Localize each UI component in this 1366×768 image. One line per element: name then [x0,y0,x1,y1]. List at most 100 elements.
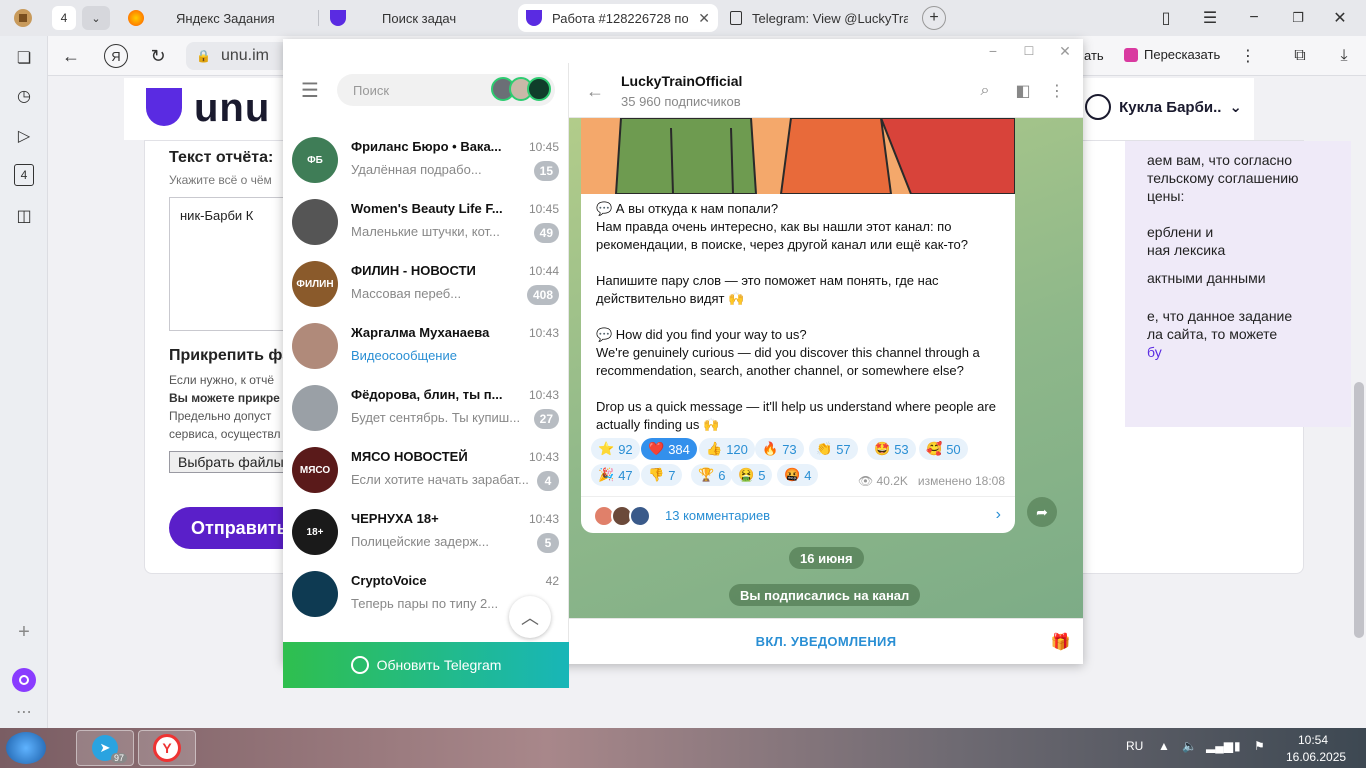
tabs-dropdown-icon[interactable]: ⌄ [82,6,110,30]
search-input[interactable]: Поиск [337,74,555,106]
download-icon[interactable]: ⤓ [1332,44,1356,68]
browser-menu-lines-icon[interactable]: ☰ [1198,6,1222,30]
new-tab-icon[interactable]: + [922,6,946,30]
add-icon[interactable]: + [12,620,36,644]
gift-icon[interactable]: 🎁 [1051,632,1071,652]
more-vertical-icon[interactable]: ⋮ [1047,79,1067,103]
tray-expand-icon[interactable]: ▲ [1158,739,1170,753]
power-icon[interactable]: ▮ [1234,739,1241,753]
close-tab-icon[interactable]: ✕ [698,10,710,27]
post-image[interactable] [581,118,1015,194]
clock-time[interactable]: 10:54 [1298,733,1328,747]
story-avatar [527,77,551,101]
comments-button[interactable]: 13 комментариев › [581,496,1015,533]
reaction-chip[interactable]: 🤬 4 [777,464,819,486]
tg-close-icon[interactable]: ✕ [1055,41,1075,61]
chat-list-item[interactable]: Жаргалма Муханаева 10:43 Видеосообщение [283,316,569,378]
page-scrollbar[interactable] [1352,76,1366,728]
tab-search-tasks[interactable]: Поиск задач [322,4,512,32]
choose-files-button[interactable]: Выбрать файлы [169,451,293,473]
reload-icon[interactable]: ↻ [146,44,170,68]
tab-count-sidebar-icon[interactable]: 4 [14,164,34,186]
update-telegram-button[interactable]: Обновить Telegram [283,642,569,688]
chat-list-item[interactable]: Фёдорова, блин, ты п... 10:43 Будет сентяб… [283,378,569,440]
more-vertical-icon[interactable]: ⋮ [1236,44,1260,68]
reaction-chip[interactable]: 🔥 73 [755,438,804,460]
restore-window-icon[interactable]: ❐ [1286,6,1310,30]
browser-sidebar: ❏ ◷ ▷ 4 ◫ + ⋯ [0,36,48,728]
bookmarks-icon[interactable]: ▯ [1154,6,1178,30]
extensions-icon[interactable]: ⧉ [1288,44,1312,68]
translate-button[interactable]: ать [1084,48,1104,63]
history-icon[interactable]: ◷ [12,84,36,108]
taskbar-telegram[interactable]: ➤ 97 [76,730,134,766]
reaction-chip[interactable]: ❤️ 384 [641,438,697,460]
back-arrow-icon[interactable]: ← [583,79,607,103]
language-indicator[interactable]: RU [1126,739,1143,753]
chat-list-item[interactable]: Women's Beauty Life F... 10:45 Маленькие ш… [283,192,569,254]
alice-assistant-icon[interactable] [12,668,36,692]
reaction-emoji-icon: 🤩 [874,441,891,456]
play-icon[interactable]: ▷ [12,124,36,148]
send-report-button[interactable]: Отправить [169,507,289,549]
back-arrow-icon[interactable]: ← [58,44,84,68]
reaction-chip[interactable]: 👎 7 [641,464,683,486]
reaction-chip[interactable]: 👍 120 [699,438,755,460]
search-icon[interactable]: ⌕ [973,79,997,103]
channel-header[interactable]: ← LuckyTrainOfficial 35 960 подписчиков … [569,63,1083,118]
retell-button[interactable]: Пересказать [1124,47,1220,62]
chat-list-item[interactable]: ФБ Фриланс Бюро • Вака... 10:45 Удалённая п… [283,130,569,192]
browser-menu-icon[interactable] [10,6,36,30]
reaction-chip[interactable]: 👏 57 [809,438,858,460]
flag-icon[interactable]: ⚑ [1254,739,1265,753]
scroll-up-button[interactable]: ︿ [509,596,551,638]
chat-list-item[interactable]: ФИЛИН ФИЛИН - НОВОСТИ 10:44 Массовая переб.… [283,254,569,316]
reaction-count: 384 [668,441,690,457]
tab-telegram[interactable]: Telegram: View @LuckyTra [722,4,920,32]
clock-date[interactable]: 16.06.2025 [1286,750,1346,764]
yandex-y-icon[interactable]: Я [104,44,128,68]
notifications-toggle-button[interactable]: ВКЛ. УВЕДОМЛЕНИЯ 🎁 [569,618,1083,664]
sidebar-toggle-icon[interactable]: ◧ [1011,79,1035,103]
tab-work-active[interactable]: Работа #128226728 по ✕ [518,4,718,32]
tg-minimize-icon[interactable]: − [983,41,1003,61]
forward-icon[interactable]: ➦ [1027,497,1057,527]
reaction-chip[interactable]: ⭐ 92 [591,438,640,460]
minimize-window-icon[interactable]: − [1242,6,1266,30]
tab-counter[interactable]: 4 [52,6,76,30]
close-window-icon[interactable]: ✕ [1328,6,1352,30]
volume-icon[interactable]: 🔈 [1182,739,1197,753]
telegram-titlebar: − ☐ ✕ [283,39,1083,63]
chat-time: 10:43 [528,512,559,526]
tab-yandex-tasks[interactable]: Яндекс Задания [120,4,316,32]
reaction-count: 120 [726,441,748,457]
stories-avatars[interactable] [491,77,551,101]
note-line: ерблени и [1147,224,1214,240]
taskbar-yandex-browser[interactable]: Y [138,730,196,766]
reaction-chip[interactable]: 🏆 6 [691,464,733,486]
reaction-chip[interactable]: 🎉 47 [591,464,640,486]
reaction-chip[interactable]: 🤩 53 [867,438,916,460]
reaction-chip[interactable]: 🥰 50 [919,438,968,460]
tg-maximize-icon[interactable]: ☐ [1019,41,1039,61]
site-logo-text[interactable]: unu [194,86,270,131]
collections-icon[interactable]: ❏ [12,46,36,70]
hamburger-menu-icon[interactable]: ☰ [297,78,323,102]
more-dots-icon[interactable]: ⋯ [12,700,36,724]
scrollbar-thumb[interactable] [1354,382,1364,638]
chat-list-item[interactable]: МЯСО МЯСО НОВОСТЕЙ 10:43 Если хотите начать… [283,440,569,502]
screenshot-icon[interactable]: ◫ [12,204,36,228]
post-meta: 👁 40.2K изменено 18:08 [858,474,1005,488]
support-link[interactable]: бу [1147,343,1351,361]
chat-time: 10:43 [528,450,559,464]
reaction-chip[interactable]: 🤮 5 [731,464,773,486]
chat-name: ЧЕРНУХА 18+ [351,511,439,526]
chat-avatar: 18+ [292,509,338,555]
start-button[interactable] [6,732,46,764]
chat-time: 42 [545,574,559,588]
unu-logo-icon[interactable] [146,88,182,126]
chat-list-item[interactable]: 18+ ЧЕРНУХА 18+ 10:43 Полицейские задерж...… [283,502,569,564]
report-textarea[interactable]: ник-Барби К [169,197,289,331]
network-icon[interactable]: ▂▄▆ [1206,739,1233,753]
user-menu[interactable]: Кукла Барби.. ⌄ [1085,94,1242,120]
